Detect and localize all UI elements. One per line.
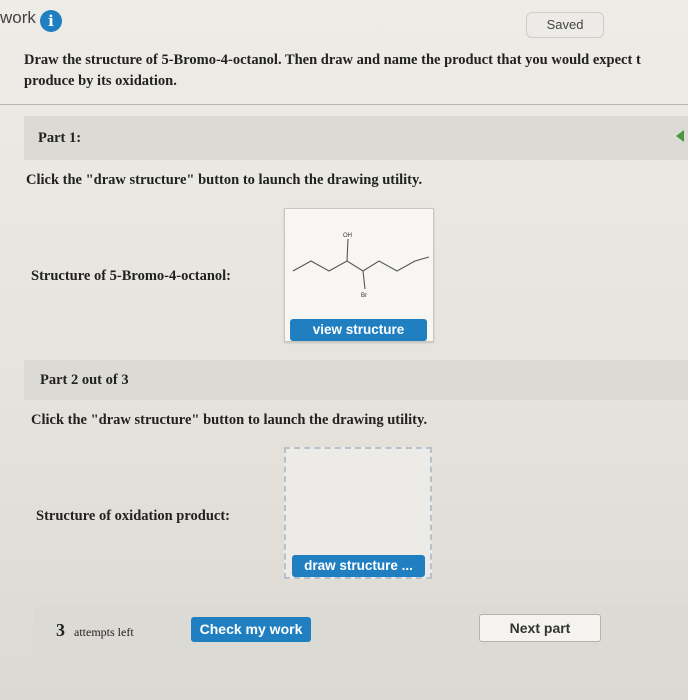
question-line-2: produce by its oxidation.	[24, 73, 177, 89]
attempts-count: 3	[56, 620, 65, 640]
view-structure-button[interactable]: view structure	[290, 319, 427, 341]
part2-header: Part 2 out of 3	[24, 360, 688, 400]
oh-label: OH	[343, 233, 352, 239]
part1-structure-label: Structure of 5-Bromo-4-octanol:	[31, 268, 232, 284]
br-bond	[362, 270, 366, 290]
br-label: Br	[361, 293, 367, 299]
assignment-page: work i Saved Draw the structure of 5-Bro…	[0, 0, 688, 700]
info-icon[interactable]: i	[40, 10, 62, 32]
part2-structure-label: Structure of oxidation product:	[36, 508, 231, 524]
part2-instruction: Click the "draw structure" button to lau…	[31, 412, 428, 428]
part1-title: Part 1:	[38, 130, 82, 146]
chevron-left-icon[interactable]	[676, 130, 684, 142]
part2-title: Part 2 out of 3	[40, 372, 129, 388]
top-bar: work i Saved	[0, 0, 688, 42]
next-part-button[interactable]: Next part	[479, 614, 601, 642]
brand-label: work	[0, 8, 36, 27]
molecule-drawing: OH Br	[292, 233, 430, 299]
question-line-1: Draw the structure of 5-Bromo-4-octanol.…	[24, 52, 641, 68]
draw-structure-button[interactable]: draw structure ...	[292, 555, 425, 577]
attempts-label: attempts left	[74, 625, 134, 639]
saved-status-badge: Saved	[526, 12, 604, 38]
check-my-work-button[interactable]: Check my work	[191, 617, 311, 642]
part1-header: Part 1:	[24, 116, 688, 160]
question-text: Draw the structure of 5-Bromo-4-octanol.…	[24, 50, 688, 92]
carbon-chain	[292, 256, 430, 272]
oh-bond	[346, 238, 349, 262]
part1-instruction: Click the "draw structure" button to lau…	[26, 172, 423, 188]
divider	[0, 104, 688, 105]
